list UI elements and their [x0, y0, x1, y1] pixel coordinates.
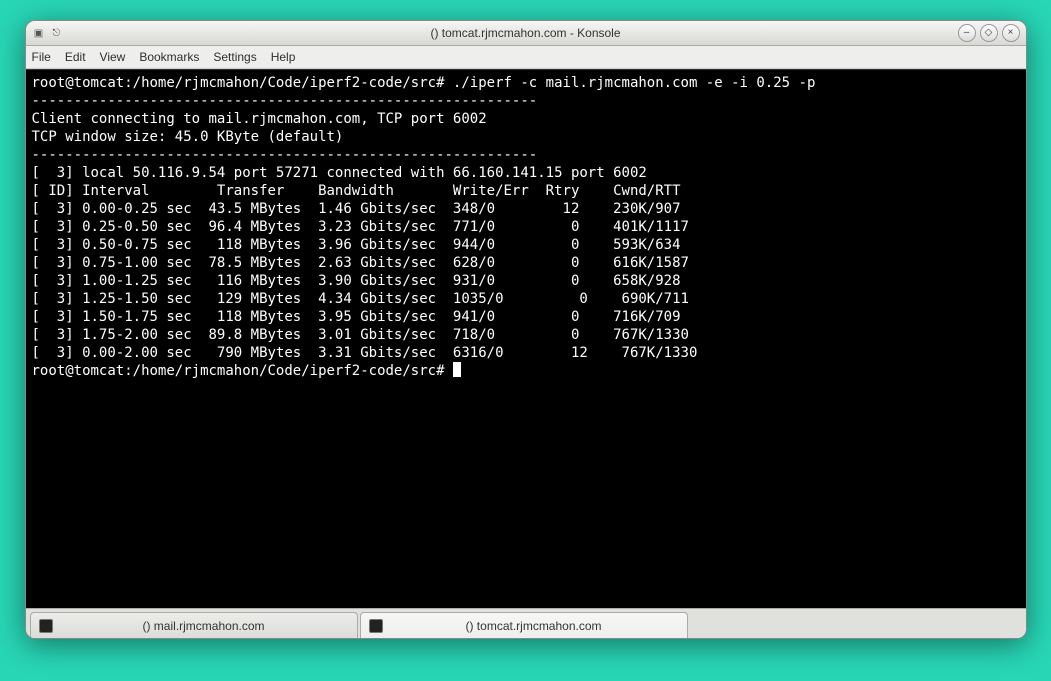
menu-settings[interactable]: Settings — [213, 50, 256, 64]
term-line: [ ID] Interval Transfer Bandwidth Write/… — [32, 183, 681, 199]
tab-tomcat[interactable]: () tomcat.rjmcmahon.com — [360, 612, 688, 638]
window-title: () tomcat.rjmcmahon.com - Konsole — [26, 26, 1026, 40]
term-row: [ 3] 1.25-1.50 sec 129 MBytes 4.34 Gbits… — [32, 291, 689, 307]
term-row: [ 3] 1.50-1.75 sec 118 MBytes 3.95 Gbits… — [32, 309, 681, 325]
term-row: [ 3] 0.00-0.25 sec 43.5 MBytes 1.46 Gbit… — [32, 201, 681, 217]
tab-label: () tomcat.rjmcmahon.com — [389, 619, 679, 633]
term-row: [ 3] 0.00-2.00 sec 790 MBytes 3.31 Gbits… — [32, 345, 698, 361]
tab-mail[interactable]: () mail.rjmcmahon.com — [30, 612, 358, 638]
app-icon: ▣ — [32, 26, 46, 40]
term-line: root@tomcat:/home/rjmcmahon/Code/iperf2-… — [32, 75, 824, 91]
term-line: root@tomcat:/home/rjmcmahon/Code/iperf2-… — [32, 363, 453, 379]
menu-help[interactable]: Help — [271, 50, 296, 64]
terminal-icon — [369, 619, 383, 633]
term-line: TCP window size: 45.0 KByte (default) — [32, 129, 344, 145]
menu-bookmarks[interactable]: Bookmarks — [139, 50, 199, 64]
term-row: [ 3] 0.25-0.50 sec 96.4 MBytes 3.23 Gbit… — [32, 219, 689, 235]
pin-icon[interactable]: ⎋ — [50, 26, 64, 40]
tab-bar: () mail.rjmcmahon.com () tomcat.rjmcmaho… — [26, 608, 1026, 638]
menu-view[interactable]: View — [100, 50, 126, 64]
terminal-viewport[interactable]: root@tomcat:/home/rjmcmahon/Code/iperf2-… — [26, 69, 1026, 608]
maximize-button[interactable]: ◇ — [980, 24, 998, 42]
term-row: [ 3] 0.50-0.75 sec 118 MBytes 3.96 Gbits… — [32, 237, 681, 253]
terminal-icon — [39, 619, 53, 633]
term-line: ----------------------------------------… — [32, 93, 538, 109]
term-line: ----------------------------------------… — [32, 147, 538, 163]
window-controls: – ◇ × — [958, 24, 1020, 42]
menubar: File Edit View Bookmarks Settings Help — [26, 46, 1026, 69]
titlebar[interactable]: ▣ ⎋ () tomcat.rjmcmahon.com - Konsole – … — [26, 21, 1026, 46]
cursor-block — [453, 362, 461, 377]
konsole-window: ▣ ⎋ () tomcat.rjmcmahon.com - Konsole – … — [25, 20, 1027, 639]
menu-file[interactable]: File — [32, 50, 51, 64]
close-button[interactable]: × — [1002, 24, 1020, 42]
term-line: Client connecting to mail.rjmcmahon.com,… — [32, 111, 487, 127]
menu-edit[interactable]: Edit — [65, 50, 86, 64]
minimize-button[interactable]: – — [958, 24, 976, 42]
titlebar-left-icons: ▣ ⎋ — [32, 26, 64, 40]
term-line: [ 3] local 50.116.9.54 port 57271 connec… — [32, 165, 647, 181]
term-row: [ 3] 0.75-1.00 sec 78.5 MBytes 2.63 Gbit… — [32, 255, 689, 271]
term-row: [ 3] 1.00-1.25 sec 116 MBytes 3.90 Gbits… — [32, 273, 681, 289]
term-row: [ 3] 1.75-2.00 sec 89.8 MBytes 3.01 Gbit… — [32, 327, 689, 343]
tab-label: () mail.rjmcmahon.com — [59, 619, 349, 633]
